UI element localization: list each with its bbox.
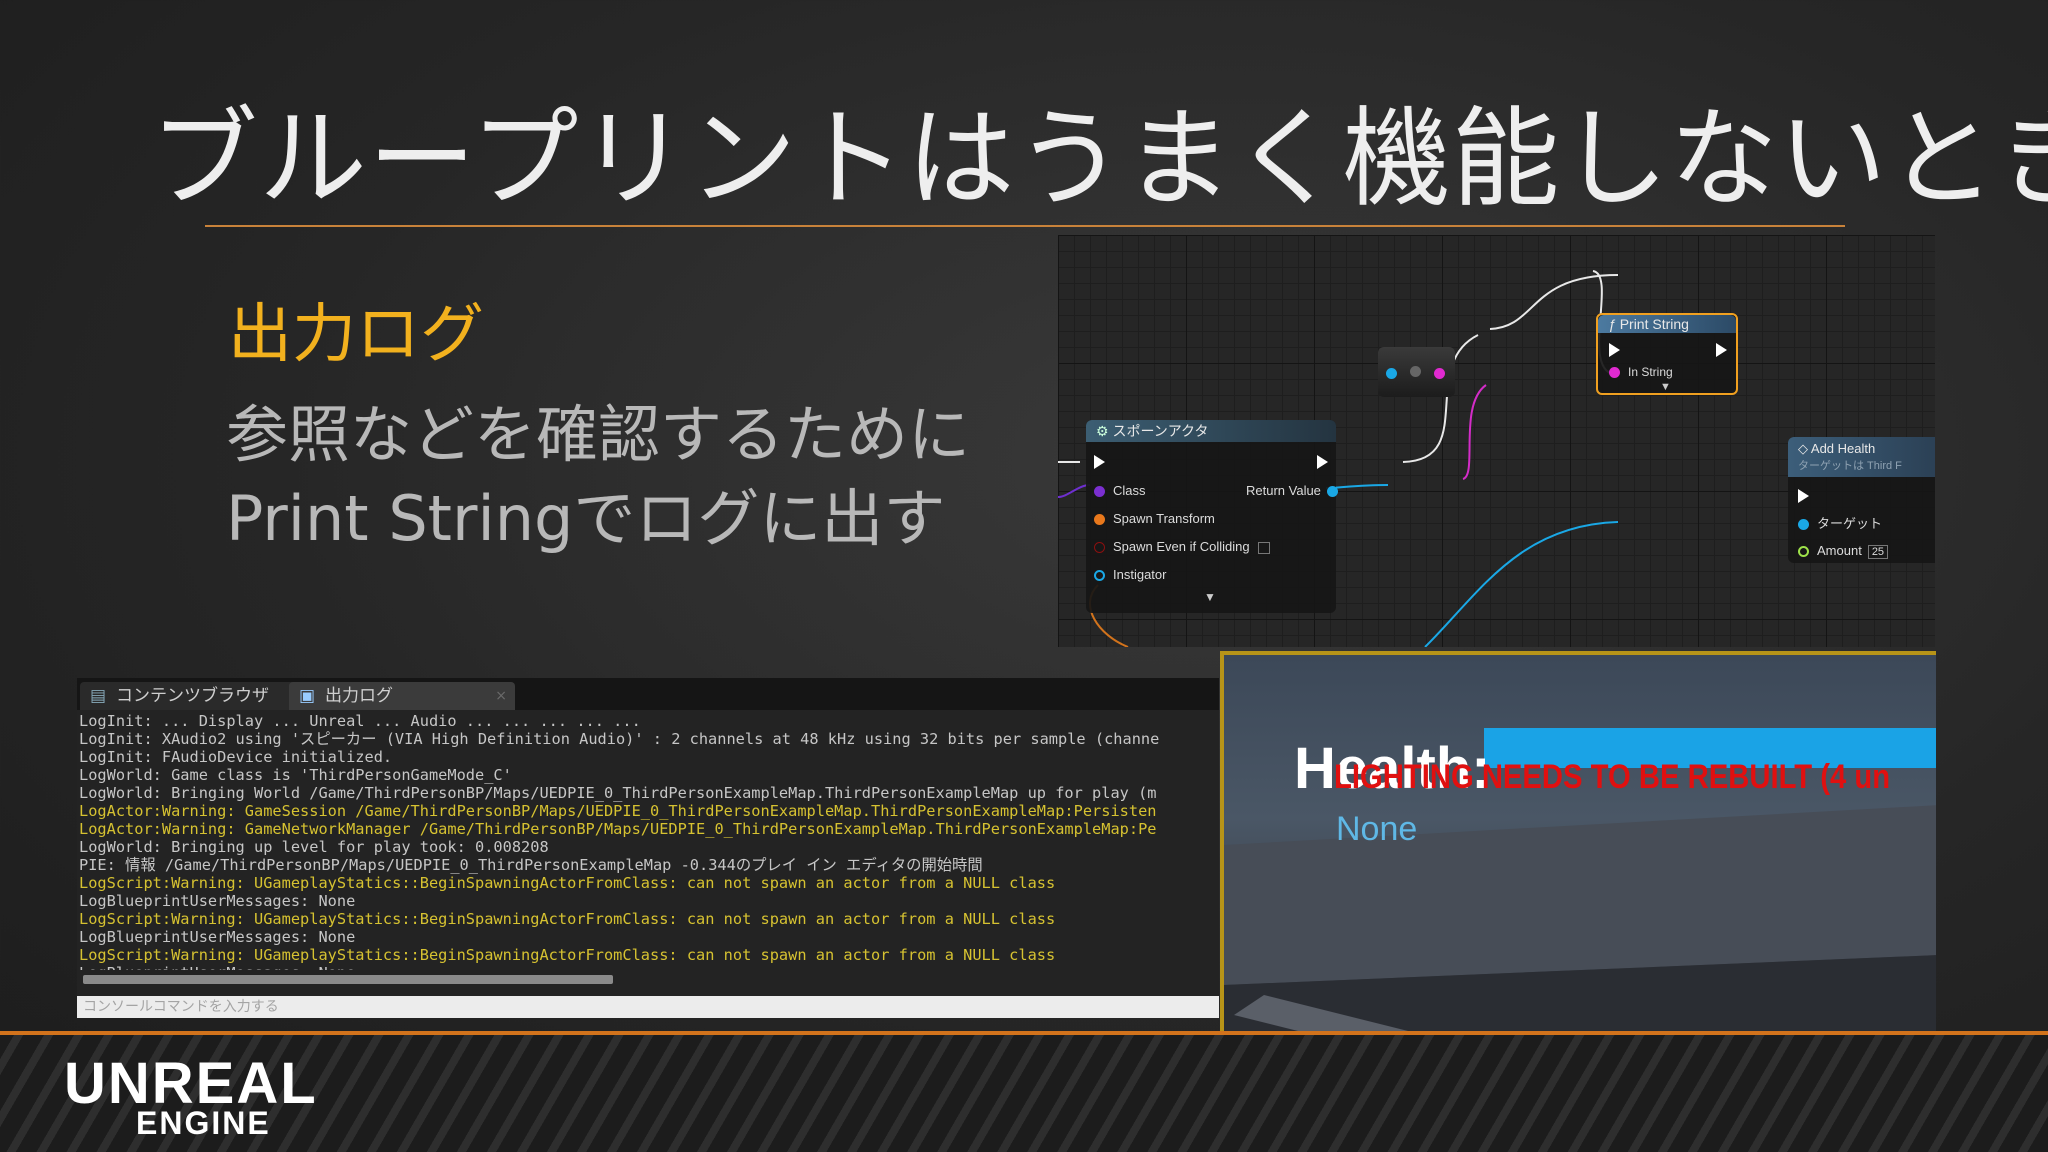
add-health-subtitle: ターゲットは Third F (1798, 460, 1902, 472)
log-line: PIE: 情報 /Game/ThirdPersonBP/Maps/UEDPIE_… (79, 856, 983, 874)
tab-output-log-label: 出力ログ (325, 686, 393, 706)
function-icon: ◇ (1798, 441, 1808, 456)
log-line: LogInit: XAudio2 using 'スピーカー (VIA High … (79, 730, 1160, 748)
log-line: LogScript:Warning: UGameplayStatics::Beg… (79, 910, 1056, 928)
pin-spawn-transform[interactable]: Spawn Transform (1094, 511, 1215, 526)
pin-spawn-transform-label: Spawn Transform (1113, 511, 1215, 526)
string-pin-icon (1434, 368, 1445, 379)
close-icon[interactable]: × (495, 682, 507, 710)
log-line: LogBlueprintUserMessages: None (79, 892, 356, 910)
output-log-panel[interactable]: ▤ コンテンツブラウザ × ▣ 出力ログ × LogInit: ... Disp… (77, 678, 1219, 1018)
tab-output-log[interactable]: ▣ 出力ログ × (289, 682, 515, 710)
lighting-warning: LIGHTING NEEDS TO BE REBUILT (4 un (1334, 758, 1891, 796)
string-pin-icon (1609, 367, 1620, 379)
convert-icon (1410, 366, 1421, 377)
float-pin-icon (1798, 546, 1809, 558)
tab-content-browser[interactable]: ▤ コンテンツブラウザ × (80, 682, 316, 710)
log-tab-bar: ▤ コンテンツブラウザ × ▣ 出力ログ × (77, 678, 1219, 710)
console-command-input[interactable]: コンソールコマンドを入力する (77, 996, 1219, 1018)
print-string-title: Print String (1619, 316, 1689, 332)
log-line: LogScript:Warning: UGameplayStatics::Beg… (79, 946, 1056, 964)
log-line: LogWorld: Game class is 'ThirdPersonGame… (79, 766, 512, 784)
spawn-actor-title: スポーンアクタ (1112, 423, 1209, 439)
pin-in-string[interactable]: In String (1609, 365, 1673, 379)
log-line: LogActor:Warning: GameSession /Game/Thir… (79, 802, 1157, 820)
conversion-node[interactable] (1378, 347, 1455, 397)
log-lines: LogInit: ... Display ... Unreal ... Audi… (79, 712, 1219, 970)
body-text-line-1: 参照などを確認するために (226, 398, 971, 471)
log-line: LogActor:Warning: GameNetworkManager /Ga… (79, 820, 1157, 838)
exec-in-pin-icon[interactable] (1798, 489, 1809, 503)
output-log-icon: ▣ (299, 686, 316, 706)
exec-in-pin-icon[interactable] (1094, 455, 1105, 469)
content-browser-icon: ▤ (90, 686, 107, 706)
pin-amount[interactable]: Amount 25 (1798, 543, 1889, 559)
log-line: LogInit: FAudioDevice initialized. (79, 748, 393, 766)
log-line: LogWorld: Bringing World /Game/ThirdPers… (79, 784, 1157, 802)
pin-instigator[interactable]: Instigator (1094, 567, 1166, 582)
pin-target-label: ターゲット (1817, 516, 1883, 531)
pin-amount-label: Amount (1817, 543, 1862, 558)
target-pin-icon (1798, 519, 1809, 531)
log-line: LogBlueprintUserMessages: None (79, 928, 356, 946)
slide-title: ブループリントはうまく機能しないとき (150, 97, 2048, 222)
pin-return-value-label: Return Value (1246, 483, 1321, 498)
pin-target[interactable]: ターゲット (1798, 513, 1882, 532)
body-text-line-2: Print Stringでログに出す (226, 482, 946, 555)
log-line: LogScript:Warning: UGameplayStatics::Beg… (79, 874, 1056, 892)
exec-in-pin-icon[interactable] (1609, 343, 1620, 357)
print-string-output: None (1336, 810, 1418, 848)
bool-pin-icon (1094, 542, 1105, 554)
pin-spawn-even-if-colliding[interactable]: Spawn Even if Colliding (1094, 539, 1270, 554)
spawn-actor-node[interactable]: ⚙ スポーンアクタ Class Spawn Transform Spawn Ev… (1086, 420, 1338, 613)
object-pin-icon (1386, 368, 1397, 379)
pin-class-label: Class (1113, 483, 1146, 498)
engine-logo-text: ENGINE (136, 1105, 271, 1141)
exec-out-pin-icon[interactable] (1716, 343, 1727, 357)
return-pin-icon (1326, 486, 1338, 498)
log-line: LogWorld: Bringing up level for play too… (79, 838, 549, 856)
title-divider (205, 225, 1845, 227)
expand-arrow-icon[interactable]: ▼ (1660, 381, 1671, 393)
function-icon: ƒ (1608, 316, 1616, 332)
transform-pin-icon (1094, 514, 1105, 526)
exec-out-pin-icon[interactable] (1317, 455, 1328, 469)
blueprint-graph[interactable]: ⚙ スポーンアクタ Class Spawn Transform Spawn Ev… (1058, 235, 1935, 647)
print-string-header: ƒ Print String (1598, 315, 1736, 333)
pin-class[interactable]: Class (1094, 483, 1146, 498)
print-string-node[interactable]: ƒ Print String In String ▼ (1596, 313, 1738, 395)
checkbox-icon[interactable] (1257, 541, 1270, 554)
horizontal-scrollbar[interactable] (83, 975, 613, 984)
class-pin-icon (1094, 486, 1105, 498)
instigator-pin-icon (1094, 570, 1105, 582)
amount-value-field[interactable]: 25 (1867, 545, 1889, 559)
tab-content-browser-label: コンテンツブラウザ (116, 686, 269, 706)
log-line: LogBlueprintUserMessages: None (79, 964, 1219, 970)
log-line: LogInit: ... Display ... Unreal ... Audi… (79, 712, 641, 730)
spawn-actor-node-header: ⚙ スポーンアクタ (1086, 420, 1336, 442)
add-health-header: ◇ Add Health ターゲットは Third F (1788, 437, 1935, 477)
pin-instigator-label: Instigator (1113, 567, 1167, 582)
add-health-title: Add Health (1810, 441, 1876, 456)
expand-arrow-icon[interactable]: ▼ (1204, 590, 1216, 604)
add-health-title-row: ◇ Add Health (1798, 441, 1935, 457)
pin-in-string-label: In String (1628, 365, 1673, 379)
add-health-node[interactable]: ◇ Add Health ターゲットは Third F ターゲット Amount… (1788, 437, 1935, 563)
spawn-node-icon: ⚙ (1096, 423, 1109, 439)
pin-return-value[interactable]: Return Value (1246, 483, 1338, 498)
pin-spawn-even-label: Spawn Even if Colliding (1113, 539, 1250, 554)
section-heading: 出力ログ (228, 298, 484, 372)
